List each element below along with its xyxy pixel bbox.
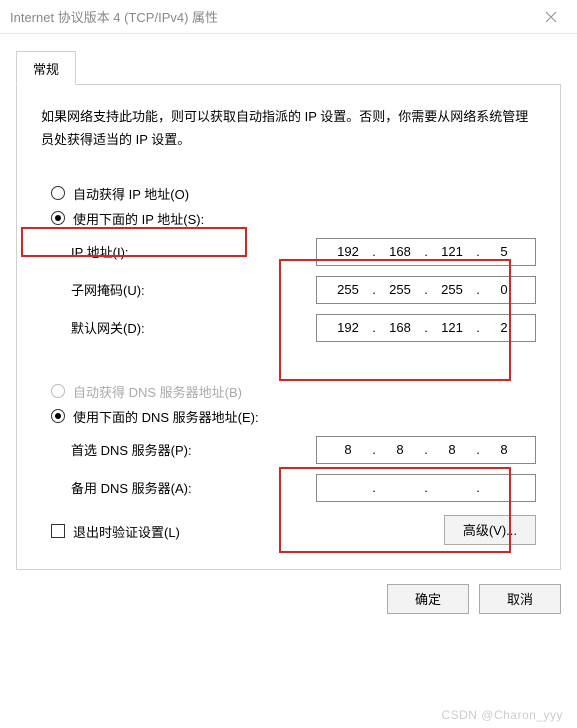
content-area: 常规 如果网络支持此功能，则可以获取自动指派的 IP 设置。否则，你需要从网络系… bbox=[0, 34, 577, 570]
ip-field-group: IP 地址(I): 192. 168. 121. 5 子网掩码(U): 255.… bbox=[71, 238, 536, 342]
general-panel: 如果网络支持此功能，则可以获取自动指派的 IP 设置。否则，你需要从网络系统管理… bbox=[16, 85, 561, 570]
watermark: CSDN @Charon_yyy bbox=[441, 708, 563, 722]
ip-address-row: IP 地址(I): 192. 168. 121. 5 bbox=[71, 238, 536, 266]
ip-address-input[interactable]: 192. 168. 121. 5 bbox=[316, 238, 536, 266]
close-button[interactable] bbox=[531, 3, 571, 31]
alternate-dns-row: 备用 DNS 服务器(A): . . . bbox=[71, 474, 536, 502]
gateway-row: 默认网关(D): 192. 168. 121. 2 bbox=[71, 314, 536, 342]
advanced-button[interactable]: 高级(V)... bbox=[444, 515, 536, 545]
tab-general[interactable]: 常规 bbox=[16, 51, 76, 85]
alternate-dns-label: 备用 DNS 服务器(A): bbox=[71, 478, 192, 497]
radio-auto-ip-row[interactable]: 自动获得 IP 地址(O) bbox=[51, 184, 536, 203]
ip-octet[interactable]: 8 bbox=[381, 442, 419, 457]
radio-auto-dns bbox=[51, 384, 65, 398]
ip-octet[interactable]: 8 bbox=[329, 442, 367, 457]
ip-octet[interactable]: 192 bbox=[329, 320, 367, 335]
ip-octet[interactable]: 168 bbox=[381, 320, 419, 335]
ok-button[interactable]: 确定 bbox=[387, 584, 469, 614]
ip-octet[interactable]: 168 bbox=[381, 244, 419, 259]
ip-octet[interactable]: 255 bbox=[329, 282, 367, 297]
ip-octet[interactable]: 255 bbox=[433, 282, 471, 297]
ip-octet[interactable]: 255 bbox=[381, 282, 419, 297]
radio-auto-dns-label: 自动获得 DNS 服务器地址(B) bbox=[73, 382, 242, 401]
gateway-input[interactable]: 192. 168. 121. 2 bbox=[316, 314, 536, 342]
ip-octet[interactable]: 192 bbox=[329, 244, 367, 259]
close-icon bbox=[545, 11, 557, 23]
radio-auto-ip-label: 自动获得 IP 地址(O) bbox=[73, 184, 189, 203]
window-title: Internet 协议版本 4 (TCP/IPv4) 属性 bbox=[10, 7, 218, 26]
dns-field-group: 首选 DNS 服务器(P): 8. 8. 8. 8 备用 DNS 服务器(A):… bbox=[71, 436, 536, 502]
preferred-dns-label: 首选 DNS 服务器(P): bbox=[71, 440, 192, 459]
ip-octet[interactable]: 0 bbox=[485, 282, 523, 297]
subnet-mask-row: 子网掩码(U): 255. 255. 255. 0 bbox=[71, 276, 536, 304]
validate-checkbox[interactable] bbox=[51, 524, 65, 538]
radio-manual-dns[interactable] bbox=[51, 409, 65, 423]
ip-octet[interactable]: 5 bbox=[485, 244, 523, 259]
ip-octet[interactable]: 2 bbox=[485, 320, 523, 335]
titlebar: Internet 协议版本 4 (TCP/IPv4) 属性 bbox=[0, 0, 577, 34]
radio-manual-ip-row[interactable]: 使用下面的 IP 地址(S): bbox=[51, 209, 536, 228]
ip-octet[interactable]: 8 bbox=[485, 442, 523, 457]
cancel-button[interactable]: 取消 bbox=[479, 584, 561, 614]
alternate-dns-input[interactable]: . . . bbox=[316, 474, 536, 502]
description-text: 如果网络支持此功能，则可以获取自动指派的 IP 设置。否则，你需要从网络系统管理… bbox=[41, 105, 536, 152]
dialog-footer: 确定 取消 bbox=[0, 570, 577, 628]
radio-manual-dns-label: 使用下面的 DNS 服务器地址(E): bbox=[73, 407, 259, 426]
radio-auto-ip[interactable] bbox=[51, 186, 65, 200]
validate-checkbox-label: 退出时验证设置(L) bbox=[73, 522, 180, 541]
radio-manual-ip-label: 使用下面的 IP 地址(S): bbox=[73, 209, 204, 228]
preferred-dns-input[interactable]: 8. 8. 8. 8 bbox=[316, 436, 536, 464]
ip-octet[interactable]: 8 bbox=[433, 442, 471, 457]
subnet-mask-input[interactable]: 255. 255. 255. 0 bbox=[316, 276, 536, 304]
radio-manual-ip[interactable] bbox=[51, 211, 65, 225]
gateway-label: 默认网关(D): bbox=[71, 318, 145, 337]
radio-manual-dns-row[interactable]: 使用下面的 DNS 服务器地址(E): bbox=[51, 407, 536, 426]
subnet-mask-label: 子网掩码(U): bbox=[71, 280, 145, 299]
tab-strip: 常规 bbox=[16, 50, 561, 85]
radio-auto-dns-row: 自动获得 DNS 服务器地址(B) bbox=[51, 382, 536, 401]
ip-octet[interactable]: 121 bbox=[433, 244, 471, 259]
ip-octet[interactable]: 121 bbox=[433, 320, 471, 335]
ip-address-label: IP 地址(I): bbox=[71, 242, 129, 261]
preferred-dns-row: 首选 DNS 服务器(P): 8. 8. 8. 8 bbox=[71, 436, 536, 464]
